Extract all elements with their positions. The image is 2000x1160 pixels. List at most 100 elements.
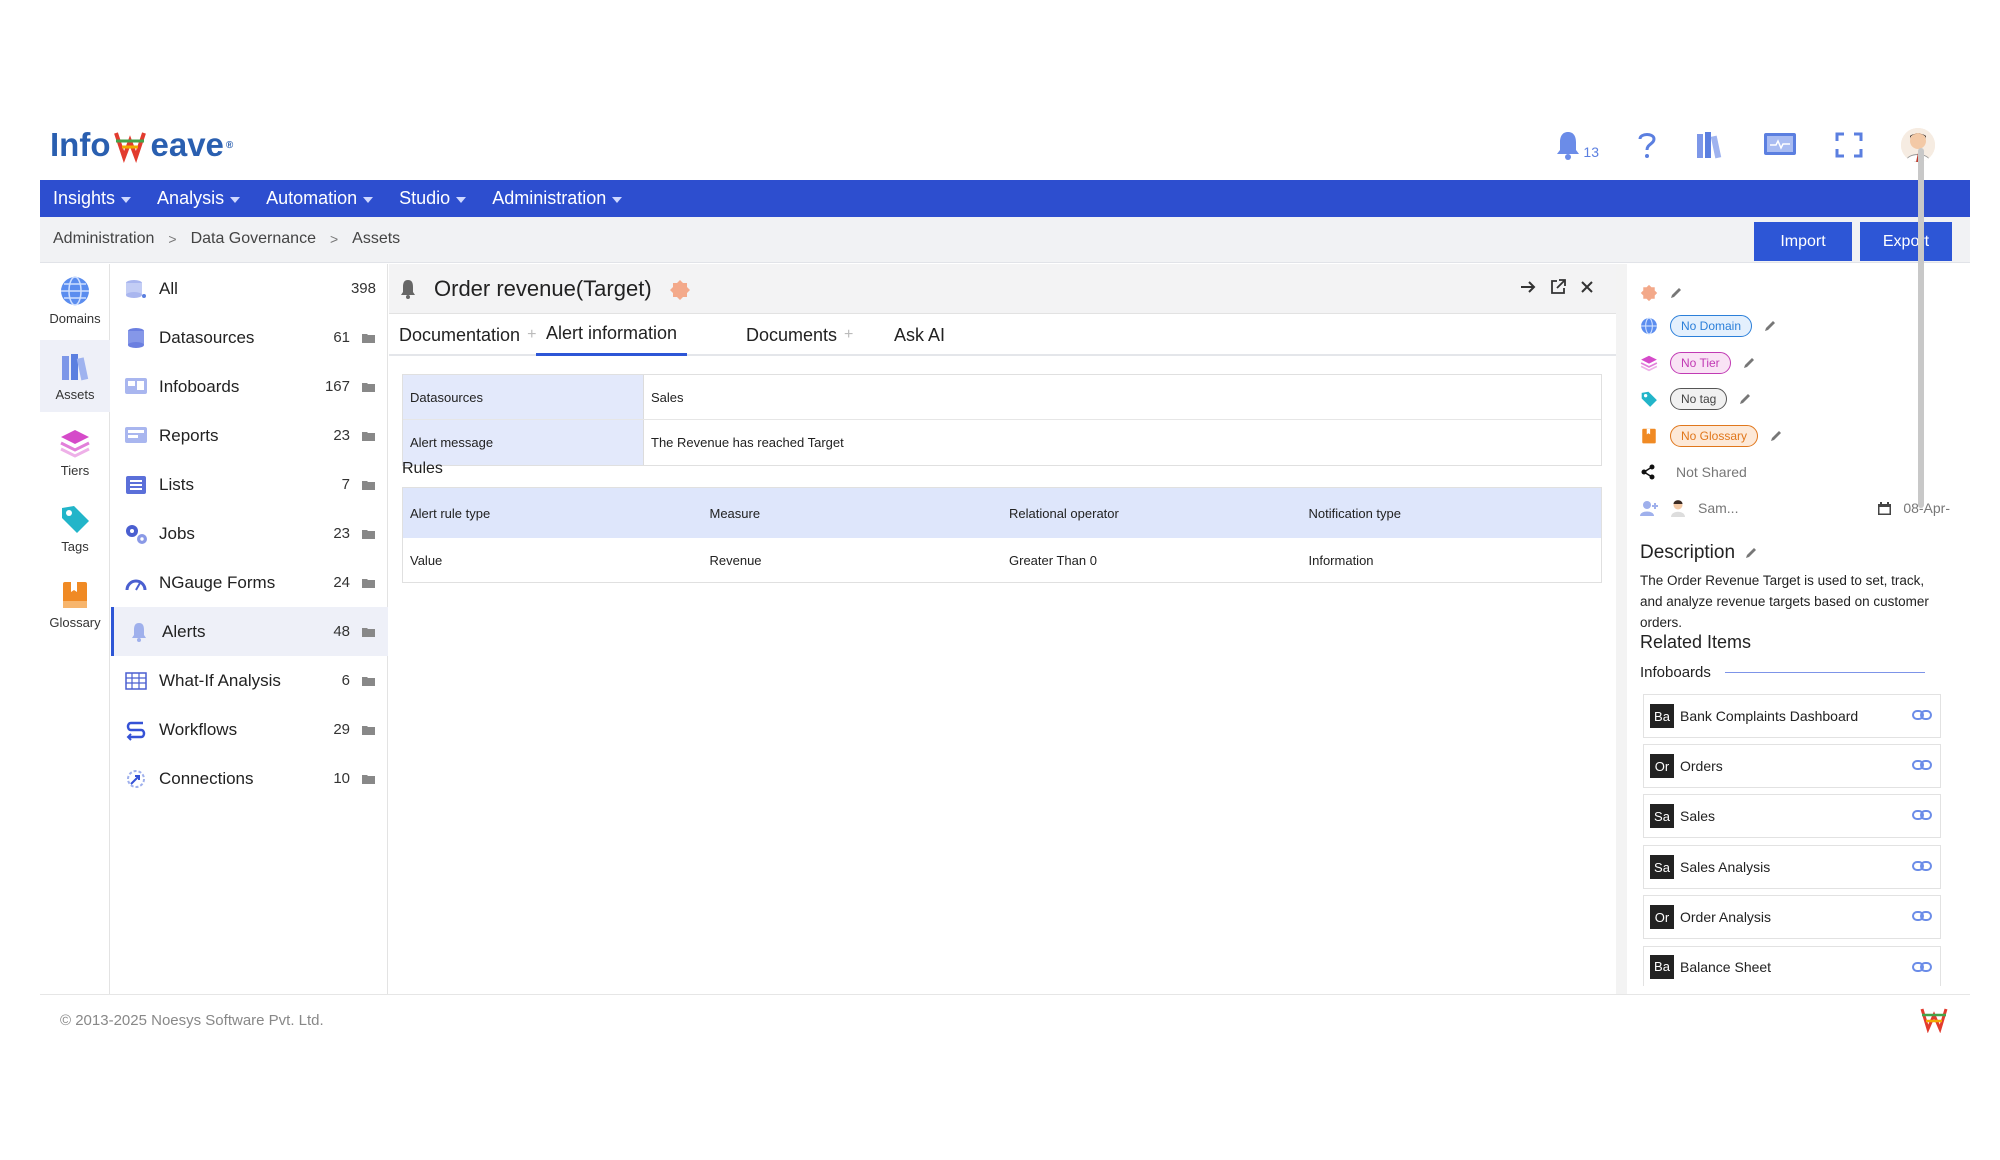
asset-item-jobs[interactable]: Jobs 23 xyxy=(111,509,388,558)
related-item[interactable]: Or Order Analysis xyxy=(1643,895,1941,939)
domain-pill[interactable]: No Domain xyxy=(1670,315,1753,337)
tier-badge-icon xyxy=(1640,284,1658,302)
asset-item-lists[interactable]: Lists 7 xyxy=(111,460,388,509)
tab-documentation[interactable]: Documentation + xyxy=(399,314,536,356)
share-icon[interactable] xyxy=(1640,464,1656,480)
footer-logo-icon xyxy=(1920,1008,1948,1033)
help-button[interactable] xyxy=(1637,130,1657,160)
asset-item-datasources[interactable]: Datasources 61 xyxy=(111,313,388,362)
rail-item-tags[interactable]: Tags xyxy=(40,492,110,564)
description-heading: Description xyxy=(1640,542,1757,564)
folder-icon[interactable] xyxy=(362,774,376,784)
tab-alert-information[interactable]: Alert information xyxy=(536,314,688,356)
asset-item-reports[interactable]: Reports 23 xyxy=(111,411,388,460)
export-button[interactable]: Export xyxy=(1860,222,1952,261)
breadcrumb-item[interactable]: Administration xyxy=(53,230,154,248)
folder-icon[interactable] xyxy=(362,627,376,637)
pencil-icon[interactable] xyxy=(1739,393,1751,405)
nav-studio[interactable]: Studio xyxy=(399,188,467,209)
tag-pill[interactable]: No tag xyxy=(1670,388,1728,410)
monitor-button[interactable] xyxy=(1763,132,1797,158)
asset-item-connections[interactable]: Connections 10 xyxy=(111,754,388,803)
related-item[interactable]: Ba Bank Complaints Dashboard xyxy=(1643,694,1941,738)
link-icon[interactable] xyxy=(1912,961,1932,973)
breadcrumb-bar: Administration > Data Governance > Asset… xyxy=(40,217,1970,263)
nav-label: Insights xyxy=(53,188,116,208)
rail-item-glossary[interactable]: Glossary xyxy=(40,568,110,640)
table-row: Value Revenue Greater Than 0 Information xyxy=(403,538,1601,582)
import-button[interactable]: Import xyxy=(1754,222,1852,261)
folder-icon[interactable] xyxy=(362,333,376,343)
link-icon[interactable] xyxy=(1912,809,1932,821)
category-rail: Domains Assets Tiers Tags Glossary xyxy=(40,264,110,994)
breadcrumb-item[interactable]: Data Governance xyxy=(191,230,316,248)
nav-administration[interactable]: Administration xyxy=(492,188,623,209)
gears-icon xyxy=(123,523,149,545)
pencil-icon[interactable] xyxy=(1764,320,1776,332)
bell-icon xyxy=(126,621,152,643)
folder-icon[interactable] xyxy=(362,480,376,490)
rail-item-domains[interactable]: Domains xyxy=(40,264,110,336)
asset-count: 24 xyxy=(333,574,350,591)
rail-item-tiers[interactable]: Tiers xyxy=(40,416,110,488)
panel-resize-handle[interactable] xyxy=(1616,264,1627,994)
close-icon[interactable] xyxy=(1580,280,1594,294)
item-name: Balance Sheet xyxy=(1680,958,1772,975)
app-logo[interactable]: Info eave ® xyxy=(50,126,233,164)
app-window: Info eave ® 13 Insights Analysis Automat… xyxy=(40,120,1970,1035)
column-header: Measure xyxy=(709,505,761,521)
book-icon xyxy=(63,581,87,608)
info-value: The Revenue has reached Target xyxy=(651,435,844,450)
glossary-pill[interactable]: No Glossary xyxy=(1670,425,1759,447)
arrow-right-icon[interactable] xyxy=(1520,280,1536,294)
asset-label: Connections xyxy=(159,768,254,788)
folder-icon[interactable] xyxy=(362,578,376,588)
pencil-icon[interactable] xyxy=(1670,287,1682,299)
pencil-icon[interactable] xyxy=(1745,547,1757,559)
grid-table-icon xyxy=(123,670,149,692)
nav-insights[interactable]: Insights xyxy=(53,188,132,209)
folder-icon[interactable] xyxy=(362,529,376,539)
related-item[interactable]: Or Orders xyxy=(1643,744,1941,788)
sidebar-scrollbar[interactable] xyxy=(1918,148,1924,508)
folder-icon[interactable] xyxy=(362,382,376,392)
folder-icon[interactable] xyxy=(362,431,376,441)
glossary-row: No Glossary xyxy=(1640,425,1782,447)
asset-label: All xyxy=(159,278,178,298)
link-icon[interactable] xyxy=(1912,759,1932,771)
asset-item-infoboards[interactable]: Infoboards 167 xyxy=(111,362,388,411)
monitor-icon xyxy=(1764,133,1796,155)
folder-icon[interactable] xyxy=(362,725,376,735)
asset-item-what-if-analysis[interactable]: What-If Analysis 6 xyxy=(111,656,388,705)
logo-text-left: Info xyxy=(50,126,111,163)
link-icon[interactable] xyxy=(1912,910,1932,922)
book-icon xyxy=(1642,428,1656,444)
notifications-button[interactable]: 13 xyxy=(1555,130,1599,160)
add-user-icon[interactable] xyxy=(1640,500,1658,516)
asset-item-alerts[interactable]: Alerts 48 xyxy=(111,607,388,656)
pencil-icon[interactable] xyxy=(1770,430,1782,442)
library-button[interactable] xyxy=(1695,130,1725,160)
related-item[interactable]: Sa Sales xyxy=(1643,794,1941,838)
tab-ask-ai[interactable]: Ask AI xyxy=(894,314,945,356)
folder-icon[interactable] xyxy=(362,676,376,686)
rail-label: Tags xyxy=(61,538,89,554)
asset-item-all[interactable]: All 398 xyxy=(111,264,388,313)
dashboard-icon xyxy=(123,376,149,398)
tab-documents[interactable]: Documents + xyxy=(746,314,853,356)
related-item[interactable]: Ba Balance Sheet xyxy=(1643,946,1941,986)
pencil-icon[interactable] xyxy=(1743,357,1755,369)
nav-automation[interactable]: Automation xyxy=(266,188,374,209)
asset-item-workflows[interactable]: Workflows 29 xyxy=(111,705,388,754)
link-icon[interactable] xyxy=(1912,860,1932,872)
asset-item-ngauge-forms[interactable]: NGauge Forms 24 xyxy=(111,558,388,607)
plus-icon[interactable]: + xyxy=(844,326,853,344)
external-link-icon[interactable] xyxy=(1550,279,1566,295)
nav-analysis[interactable]: Analysis xyxy=(157,188,241,209)
fullscreen-button[interactable] xyxy=(1835,132,1863,158)
related-item[interactable]: Sa Sales Analysis xyxy=(1643,845,1941,889)
rail-item-assets[interactable]: Assets xyxy=(40,340,110,412)
caret-down-icon xyxy=(363,197,374,203)
tier-pill[interactable]: No Tier xyxy=(1670,352,1731,374)
link-icon[interactable] xyxy=(1912,709,1932,721)
